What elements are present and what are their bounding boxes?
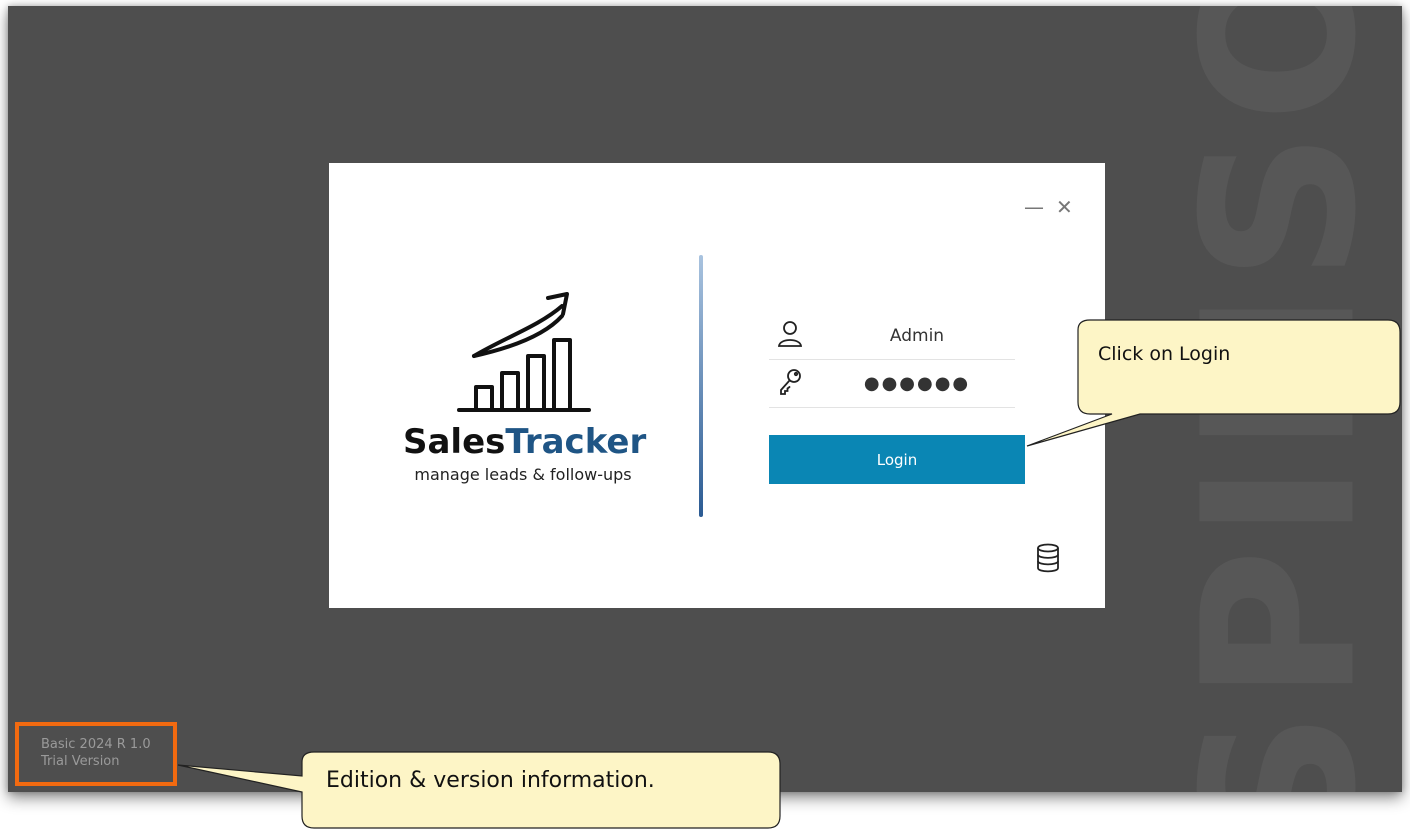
- edition-callout-text: Edition & version information.: [326, 768, 655, 793]
- login-button[interactable]: Login: [769, 435, 1025, 484]
- password-field[interactable]: ●●●●●●: [829, 361, 1005, 407]
- growth-chart-logo-icon: [457, 292, 591, 412]
- database-icon[interactable]: [1035, 543, 1061, 573]
- password-row: ●●●●●●: [769, 361, 1015, 408]
- edition-label: Basic 2024 R 1.0: [41, 737, 151, 752]
- watermark-text: SPIIISO: [1158, 6, 1402, 792]
- brand-name: SalesTracker: [403, 422, 647, 462]
- brand-tagline: manage leads & follow-ups: [414, 465, 632, 484]
- divider: [699, 255, 703, 517]
- version-info: Basic 2024 R 1.0 Trial Version: [15, 722, 177, 786]
- watermark: SPIIISO: [1158, 6, 1402, 792]
- login-callout-text: Click on Login: [1098, 343, 1231, 365]
- user-icon: [777, 321, 803, 347]
- close-button[interactable]: ✕: [1056, 197, 1073, 217]
- key-icon: [780, 369, 801, 395]
- minimize-button[interactable]: —: [1024, 197, 1044, 217]
- username-row: [769, 313, 1015, 360]
- brand-part-sales: Sales: [403, 422, 506, 462]
- username-field[interactable]: [829, 313, 1005, 359]
- login-dialog: — ✕ SalesTracker manage leads & follow-u…: [329, 163, 1105, 608]
- license-label: Trial Version: [41, 754, 120, 769]
- brand-part-tracker: Tracker: [505, 422, 647, 462]
